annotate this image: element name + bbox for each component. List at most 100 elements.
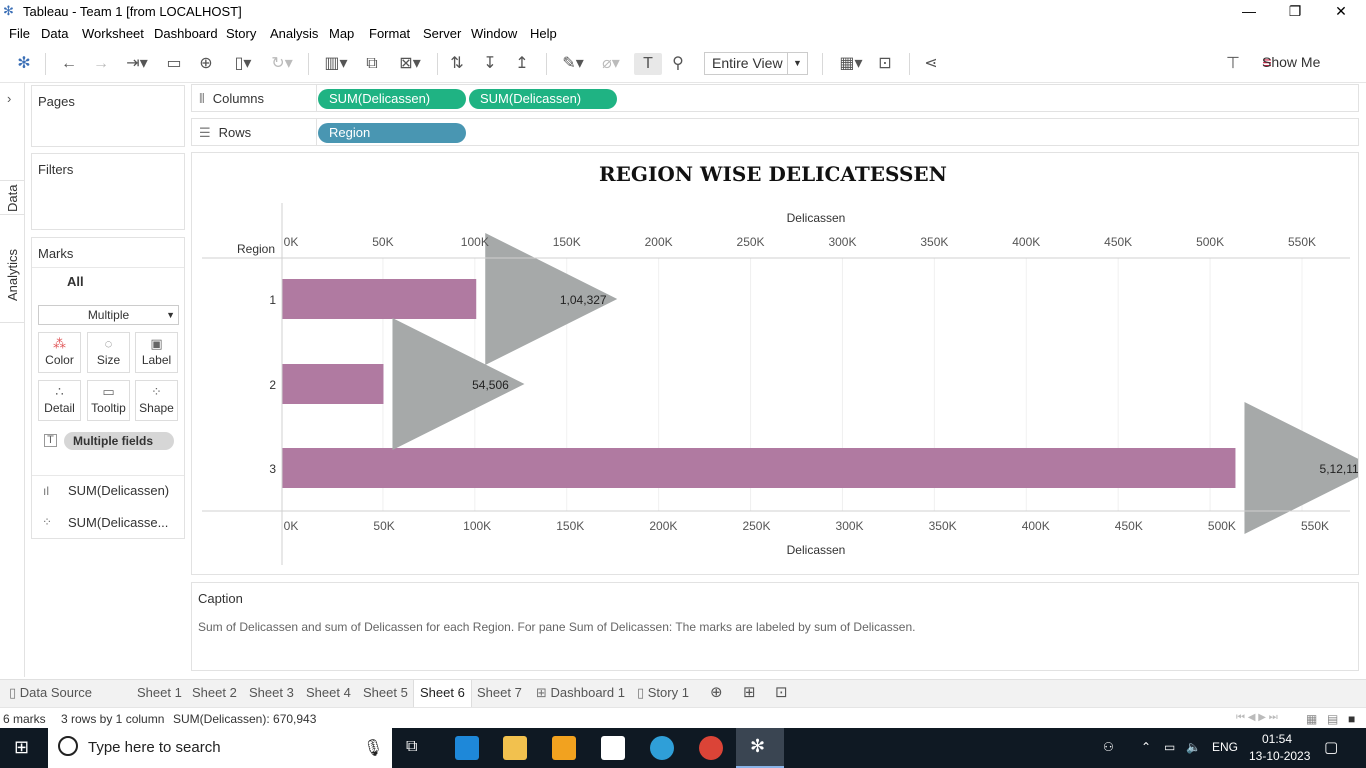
new-datasource-icon[interactable]: ⊕: [195, 53, 217, 75]
redo-icon[interactable]: →: [90, 53, 112, 75]
notification-icon[interactable]: ▢: [1324, 738, 1338, 756]
menu-help[interactable]: Help: [530, 26, 557, 41]
replay-icon[interactable]: ⇥▾: [120, 53, 154, 75]
menu-file[interactable]: File: [9, 26, 30, 41]
shape-card[interactable]: ⁘ Shape: [135, 380, 178, 421]
clear-sheet-icon[interactable]: ⊠▾: [392, 53, 428, 75]
detail-card[interactable]: ∴ Detail: [38, 380, 81, 421]
menu-window[interactable]: Window: [471, 26, 517, 41]
close-button[interactable]: ✕: [1318, 0, 1364, 23]
sort-descending-icon[interactable]: ↥: [511, 53, 533, 75]
new-dashboard-tab-icon[interactable]: ⊞: [737, 680, 762, 707]
tab-dashboard-1[interactable]: ⊞ Dashboard 1: [530, 680, 631, 707]
tab-story-1[interactable]: ▯ Story 1: [631, 680, 695, 707]
bar-mark[interactable]: [282, 448, 1236, 488]
menu-analysis[interactable]: Analysis: [270, 26, 318, 41]
edge-icon[interactable]: [650, 736, 674, 760]
language-indicator[interactable]: ENG: [1212, 740, 1238, 754]
microphone-icon[interactable]: 🎙: [363, 738, 383, 758]
measure-tab-1[interactable]: SUM(Delicassen): [68, 483, 169, 498]
restore-button[interactable]: ❐: [1272, 0, 1318, 23]
tab-sheet-4[interactable]: Sheet 4: [300, 680, 357, 707]
tab-data[interactable]: Data: [0, 180, 25, 215]
chrome-icon[interactable]: [699, 736, 723, 760]
people-icon[interactable]: ⚇: [1103, 740, 1114, 754]
tab-sheet-5[interactable]: Sheet 5: [357, 680, 414, 707]
duplicate-sheet-icon[interactable]: ⧉: [361, 53, 383, 75]
size-card[interactable]: ◌ Size: [87, 332, 130, 373]
new-worksheet-tab-icon[interactable]: ⊕: [704, 680, 729, 707]
menu-dashboard[interactable]: Dashboard: [154, 26, 218, 41]
show-me-button[interactable]: Show Me: [1262, 54, 1320, 70]
pages-card[interactable]: Pages: [31, 85, 185, 147]
tableau-start-icon[interactable]: ✻: [14, 53, 34, 75]
sign-icon[interactable]: ⊤: [1222, 53, 1244, 75]
label-card[interactable]: ▣ Label: [135, 332, 178, 373]
presentation-icon[interactable]: ⊡: [874, 53, 896, 75]
tooltip-card[interactable]: ▭ Tooltip: [87, 380, 130, 421]
clock-date[interactable]: 13-10-2023: [1249, 749, 1310, 763]
bar-mark[interactable]: [282, 364, 384, 404]
color-card[interactable]: ⁂ Color: [38, 332, 81, 373]
fix-axes-icon[interactable]: ⚲: [667, 53, 689, 75]
menu-map[interactable]: Map: [329, 26, 354, 41]
mail-icon[interactable]: [601, 736, 625, 760]
bar-mark[interactable]: [282, 279, 477, 319]
tab-sheet-1[interactable]: Sheet 1: [131, 680, 188, 707]
mark-type-select[interactable]: Multiple ▼: [38, 305, 179, 325]
tray-chevron-icon[interactable]: ⌃: [1141, 740, 1151, 754]
refresh-icon[interactable]: ↻▾: [265, 53, 299, 75]
show-cards-icon[interactable]: ▦▾: [834, 53, 868, 75]
columns-pill-1[interactable]: SUM(Delicassen): [318, 89, 466, 109]
fit-select[interactable]: Entire View ▼: [704, 52, 808, 75]
clock-time[interactable]: 01:54: [1262, 732, 1292, 746]
volume-icon[interactable]: 🔈: [1186, 740, 1201, 754]
save-icon[interactable]: ▭: [163, 53, 185, 75]
rows-shelf[interactable]: ☰ Rows Region: [191, 118, 1359, 146]
sort-ascending-icon[interactable]: ↧: [479, 53, 501, 75]
rows-pill-region[interactable]: Region: [318, 123, 466, 143]
minimize-button[interactable]: —: [1226, 0, 1272, 23]
show-labels-icon[interactable]: T: [634, 53, 662, 75]
undo-icon[interactable]: ←: [58, 53, 80, 75]
new-story-tab-icon[interactable]: ⊡: [769, 680, 794, 707]
columns-pill-2[interactable]: SUM(Delicassen): [469, 89, 617, 109]
share-icon[interactable]: ⋖: [920, 53, 942, 75]
filters-card[interactable]: Filters: [31, 153, 185, 230]
swap-icon[interactable]: ⇅: [446, 53, 468, 75]
taskbar-search[interactable]: Type here to search 🎙: [48, 728, 392, 768]
tableau-taskbar-button[interactable]: ✻: [736, 728, 784, 768]
view-tabs-icon[interactable]: ■: [1348, 712, 1355, 726]
tab-sheet-7[interactable]: Sheet 7: [471, 680, 528, 707]
menu-worksheet[interactable]: Worksheet: [82, 26, 144, 41]
menu-server[interactable]: Server: [423, 26, 461, 41]
bottom-tick-label: 400K: [1022, 519, 1050, 533]
highlight-icon[interactable]: ✎▾: [556, 53, 590, 75]
tab-sheet-6[interactable]: Sheet 6: [413, 680, 472, 707]
tab-sheet-2[interactable]: Sheet 2: [186, 680, 243, 707]
multiple-fields-pill[interactable]: Multiple fields: [64, 432, 174, 450]
data-source-tab[interactable]: ▯ Data Source: [3, 680, 98, 707]
expand-chevron-icon[interactable]: ›: [7, 91, 11, 106]
task-view-icon[interactable]: ⧉: [406, 738, 417, 756]
file-explorer-icon[interactable]: [503, 736, 527, 760]
view-filmstrip-icon[interactable]: ▤: [1327, 712, 1338, 726]
tab-analytics[interactable]: Analytics: [0, 223, 25, 323]
label-icon: ▣: [150, 336, 163, 351]
new-worksheet-icon[interactable]: ▥▾: [318, 53, 354, 75]
edge-legacy-icon[interactable]: [455, 736, 479, 760]
battery-icon[interactable]: ▭: [1164, 740, 1175, 754]
measure-tab-2[interactable]: SUM(Delicasse...: [68, 515, 168, 530]
menu-story[interactable]: Story: [226, 26, 256, 41]
tab-sheet-3[interactable]: Sheet 3: [243, 680, 300, 707]
menu-data[interactable]: Data: [41, 26, 68, 41]
view-grid-icon[interactable]: ▦: [1306, 712, 1317, 726]
columns-shelf[interactable]: ⦀ Columns SUM(Delicassen) SUM(Delicassen): [191, 84, 1359, 112]
menu-format[interactable]: Format: [369, 26, 410, 41]
windows-start-icon[interactable]: ⊞: [14, 737, 29, 758]
marks-all-tab[interactable]: All: [67, 274, 84, 289]
group-icon[interactable]: ⌀▾: [594, 53, 628, 75]
store-icon[interactable]: [552, 736, 576, 760]
pause-updates-icon[interactable]: ▯▾: [226, 53, 260, 75]
sheet-nav-icon[interactable]: ⏮ ◀ ▶ ⏭: [1236, 712, 1278, 723]
